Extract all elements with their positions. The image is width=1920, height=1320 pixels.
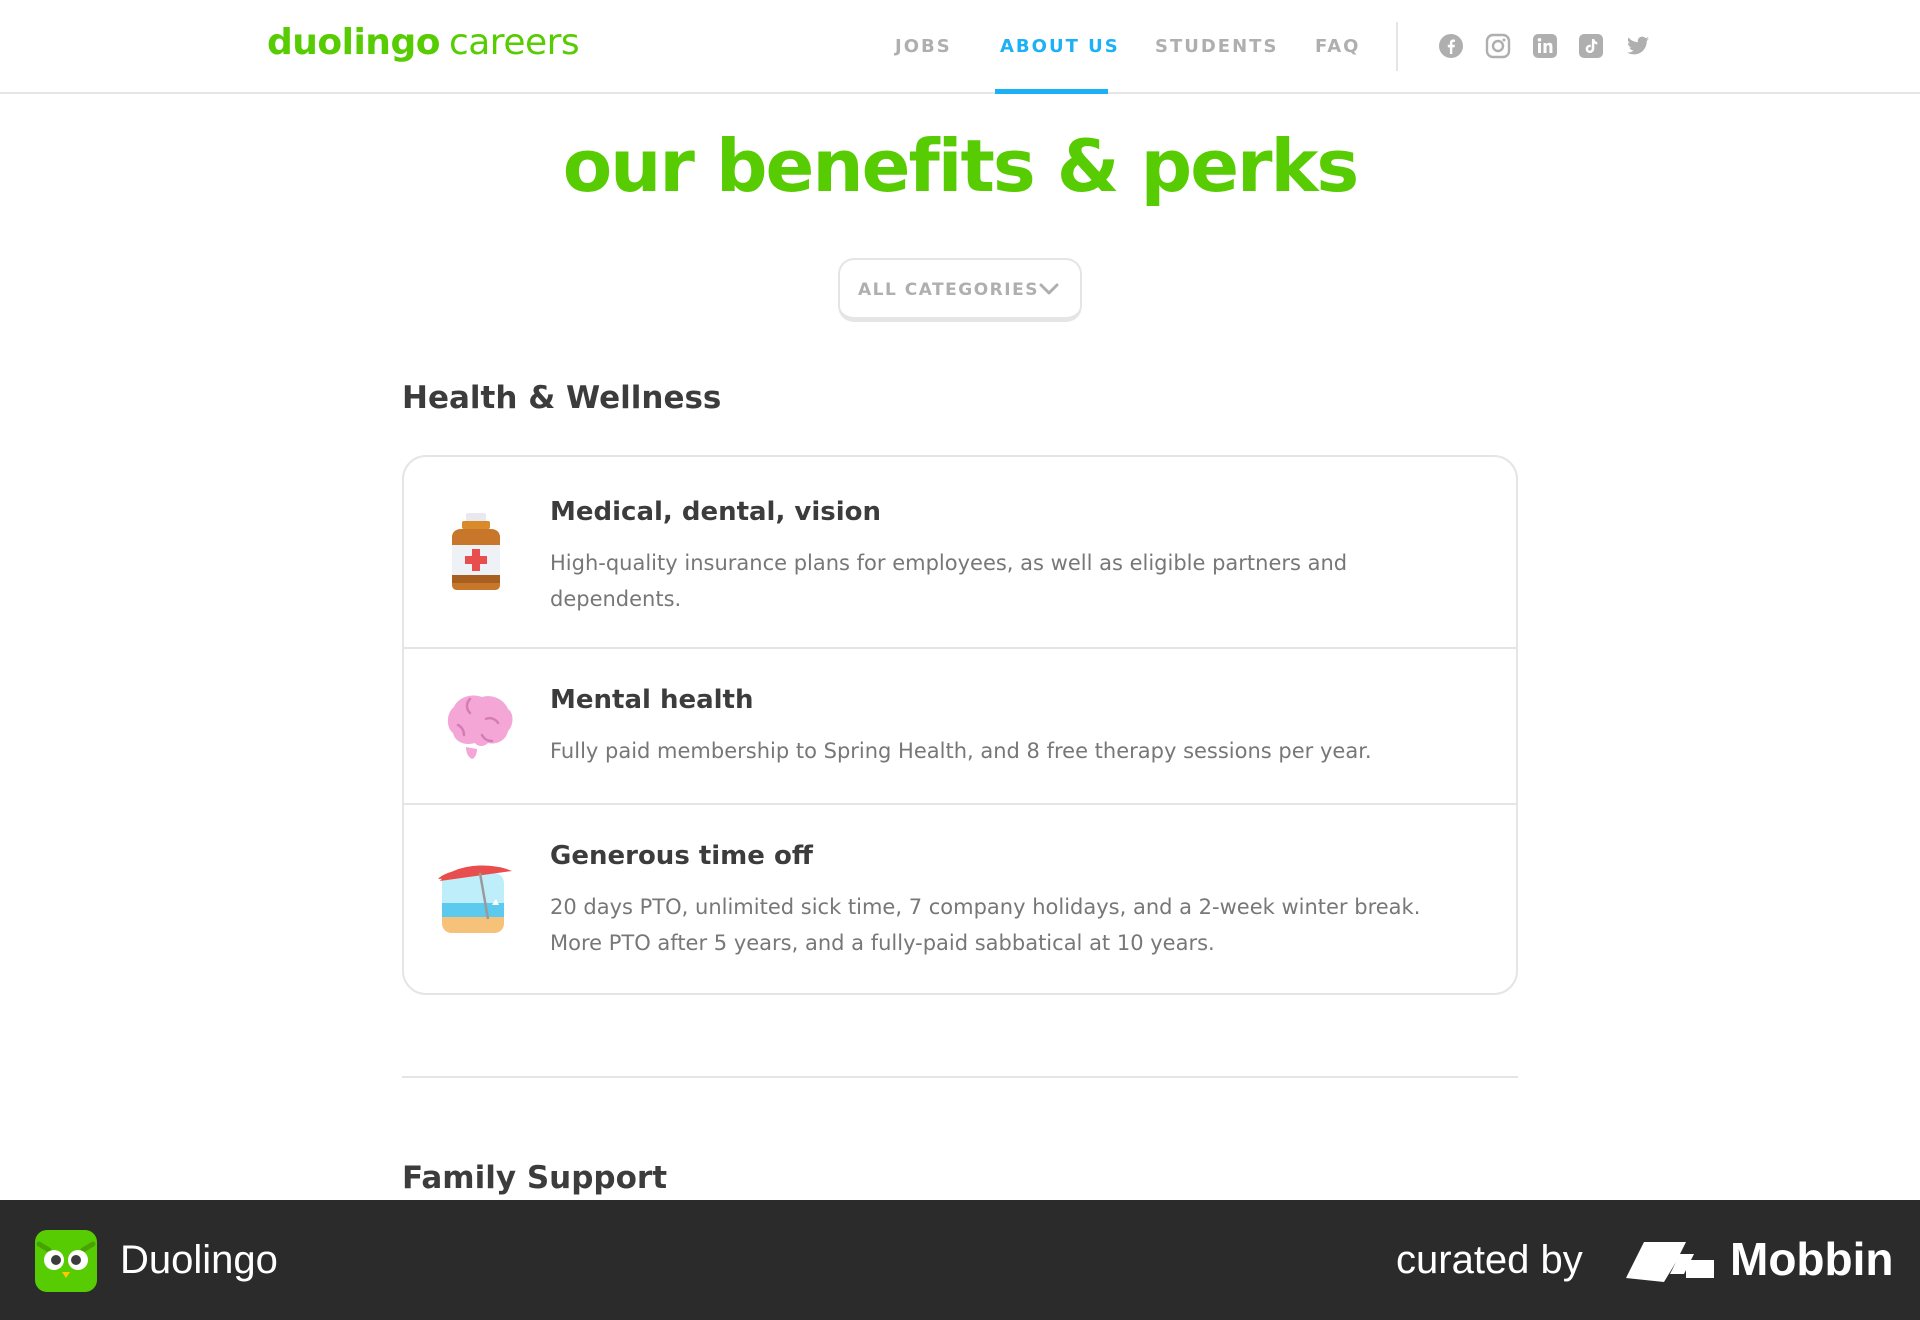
medicine-bottle-icon <box>436 511 516 591</box>
section-divider <box>402 1076 1518 1078</box>
benefit-title: Medical, dental, vision <box>550 497 882 527</box>
duolingo-app-icon <box>35 1230 97 1292</box>
chevron-down-icon <box>1038 278 1060 300</box>
logo-wordmark: duolingo <box>267 22 440 63</box>
section-heading-family-support: Family Support <box>402 1160 668 1196</box>
instagram-icon[interactable] <box>1485 33 1511 59</box>
site-header: duolingo careers JOBS ABOUT US STUDENTS F… <box>0 0 1920 94</box>
nav-faq[interactable]: FAQ <box>1315 36 1360 57</box>
logo-suffix: careers <box>448 22 580 63</box>
divider <box>404 647 1516 649</box>
footer-curated-by: curated by <box>1396 1238 1583 1282</box>
benefit-title: Generous time off <box>550 841 813 871</box>
divider <box>404 803 1516 805</box>
nav-students[interactable]: STUDENTS <box>1155 36 1278 57</box>
mobbin-logo-icon <box>1626 1238 1714 1282</box>
category-filter-dropdown[interactable]: ALL CATEGORIES <box>838 258 1082 322</box>
linkedin-icon[interactable] <box>1532 33 1558 59</box>
twitter-icon[interactable] <box>1625 33 1651 59</box>
attribution-bar: Duolingo curated by Mobbin <box>0 1200 1920 1320</box>
nav-jobs[interactable]: JOBS <box>895 36 952 57</box>
benefit-item: Mental health Fully paid membership to S… <box>404 647 1516 803</box>
benefit-item: Generous time off 20 days PTO, unlimited… <box>404 803 1516 993</box>
footer-app-name: Duolingo <box>120 1238 278 1282</box>
benefit-title: Mental health <box>550 685 754 715</box>
benefit-description: 20 days PTO, unlimited sick time, 7 comp… <box>550 895 1421 955</box>
benefits-card: Medical, dental, vision High-quality ins… <box>402 455 1518 995</box>
duolingo-careers-logo[interactable]: duolingo careers <box>267 22 580 63</box>
brain-icon <box>436 685 516 765</box>
category-filter-label: ALL CATEGORIES <box>858 280 1039 300</box>
page-title: our benefits & perks <box>562 124 1360 208</box>
nav-about-us[interactable]: ABOUT US <box>1000 36 1120 57</box>
benefit-description: Fully paid membership to Spring Health, … <box>550 739 1372 763</box>
footer-brand-name: Mobbin <box>1730 1233 1894 1285</box>
beach-umbrella-icon <box>436 859 516 939</box>
tiktok-icon[interactable] <box>1578 33 1604 59</box>
nav-divider <box>1396 22 1398 71</box>
facebook-icon[interactable] <box>1438 33 1464 59</box>
section-heading-health-wellness: Health & Wellness <box>402 380 722 416</box>
benefit-description: High-quality insurance plans for employe… <box>550 551 1348 611</box>
benefit-item: Medical, dental, vision High-quality ins… <box>404 457 1516 647</box>
active-tab-indicator <box>995 89 1108 94</box>
